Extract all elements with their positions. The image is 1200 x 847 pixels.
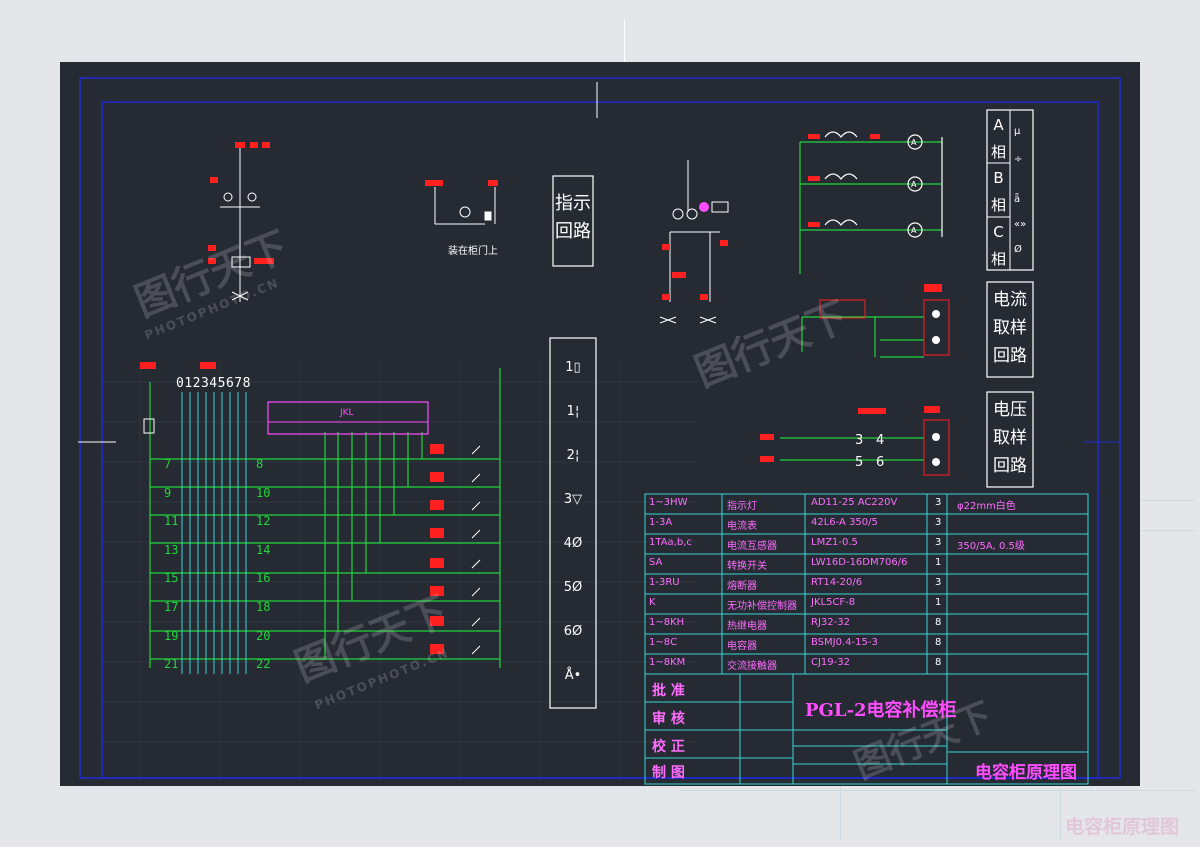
voltage-sampling-label: 电压取样回路 [993,400,1027,476]
bom-table: 1~3HW 指示灯 AD11-25 AC220V 3 φ22mm白色 1-3A 电流表 42… [645,494,1088,674]
terminal-number: 14 [256,542,271,557]
bom-row: 1~3HW 指示灯 AD11-25 AC220V 3 φ22mm白色 [649,497,1016,512]
terminal-number: 7 [164,457,172,471]
terminal-number: 8 [256,457,264,471]
control-branch [220,147,260,302]
right-terminal-column: 8 10 12 14 16 18 20 22 [256,450,270,679]
controller-label: JKL [340,408,354,418]
svg-text:μ: μ [1014,126,1021,137]
ammeter-group [799,131,943,274]
bus-digits: 012345678 [176,376,251,391]
switch-glyph: 2¦ [566,448,580,463]
switch-glyph: 1▯ [565,360,581,375]
review-label: 审 核 [652,711,685,727]
switch-glyph-column: 1▯ 1¦ 2¦ 3▽ 4Ø 5Ø 6Ø Å• [552,346,594,698]
switch-glyph: 4Ø [563,536,583,551]
svg-text:ǟ: ǟ [1014,192,1020,205]
svg-text:A: A [911,226,917,235]
bom-row: 1~8KM 交流接触器 CJ19-32 8 [649,657,942,672]
switch-glyph: 5Ø [563,580,583,595]
terminal-number: 13 [164,542,179,557]
voltage-sampling-circuit [780,437,924,461]
phase-label-c: C相 [990,223,1006,268]
terminal-number: 15 [164,571,179,586]
capacitor-bank-wires [149,368,501,668]
terminal-number: 10 [256,485,271,500]
svg-text:A: A [911,138,917,147]
indicator-lamp-circuit [434,187,496,225]
terminal-number: 21 [164,657,179,672]
terminal-number: 17 [164,599,179,614]
terminal-number: 11 [164,514,179,529]
indicator-circuit-label: 指示回路 [555,193,591,242]
left-terminal-column: 7 9 11 13 15 17 19 21 [164,450,178,679]
voltage-terminal-6: 6 [876,455,884,470]
terminal-number: 20 [256,628,271,643]
svg-text:÷: ÷ [1014,154,1022,165]
product-title: PGL-2电容补偿柜 [805,700,957,721]
bom-row: K 无功补偿控制器 JKL5CF-8 1 [649,597,942,612]
terminal-number: 19 [164,628,179,643]
indicator-note: 装在柜门上 [448,244,498,257]
bom-row: 1-3A 电流表 42L6-A 350/5 3 [649,517,942,532]
switch-glyph: Å• [564,668,582,683]
current-sampling-circuit [801,316,924,358]
bom-row: 1-3RU 熔断器 RT14-20/6 3 [649,577,942,592]
switch-glyph: 3▽ [563,492,583,507]
voltage-terminal-4: 4 [876,433,884,448]
terminal-number: 16 [256,571,271,586]
draw-label: 制 图 [652,765,685,781]
phase-label-b: B相 [990,169,1006,214]
ghost-drawing-name: 电容柜原理图 [1065,816,1180,838]
voltage-terminal-3: 3 [855,433,863,448]
bus-lines [181,392,247,674]
terminal-number: 9 [164,485,172,500]
cad-drawing-canvas[interactable]: 装在柜门上 A A A 3 4 5 6 μ ÷ ǟ «» Ø 指示回路 A相 B相 … [60,62,1140,787]
approve-label: 批 准 [652,683,685,699]
bom-row: 1~8C 电容器 BSMJ0.4-15-3 8 [649,637,942,652]
voltage-terminal-5: 5 [855,455,863,470]
svg-text:«»: «» [1014,219,1026,230]
check-label: 校 正 [652,739,685,755]
bom-row: SA 转换开关 LW16D-16DM706/6 1 [649,557,942,572]
bom-row: 1~8KH 热继电器 RJ32-32 8 [649,617,942,632]
bom-row: 1TAa,b,c 电流互感器 LMZ1-0.5 3 350/5A, 0.5级 [649,537,1025,552]
terminal-number: 12 [256,514,271,529]
drawing-name: 电容柜原理图 [975,763,1077,783]
svg-text:Ø: Ø [1014,243,1022,255]
switch-glyph: 6Ø [563,624,583,639]
current-sampling-label: 电流取样回路 [993,290,1027,366]
switch-glyph: 1¦ [566,404,580,419]
terminal-number: 18 [256,599,271,614]
svg-text:A: A [911,180,917,189]
terminal-number: 22 [256,657,271,672]
controller-box [267,401,429,435]
schematic-svg: 装在柜门上 A A A 3 4 5 6 μ÷ǟ«»Ø [78,77,1121,785]
phase-label-a: A相 [990,116,1006,161]
